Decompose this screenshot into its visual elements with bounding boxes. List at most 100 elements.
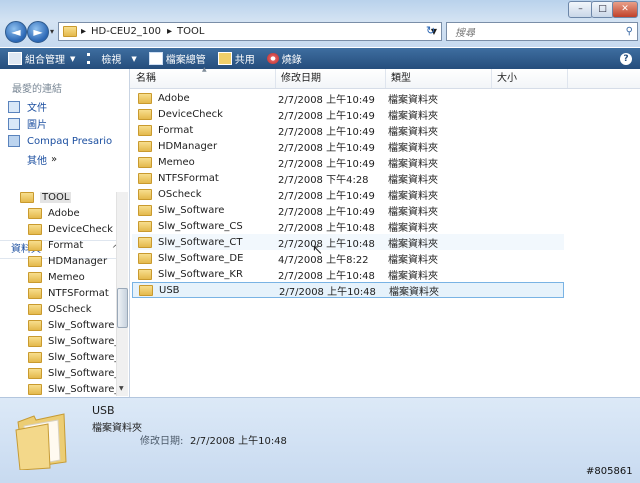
file-name: DeviceCheck	[158, 108, 223, 120]
file-row[interactable]: Format 2/7/2008 上午10:49 檔案資料夾	[132, 122, 564, 138]
tree-item[interactable]: Memeo	[0, 269, 116, 285]
share-icon	[217, 52, 232, 65]
organize-button[interactable]: 組合管理 ▼	[4, 48, 79, 69]
tree-item[interactable]: NTFSFormat	[0, 285, 116, 301]
organize-label: 組合管理	[25, 55, 65, 66]
column-size[interactable]: 大小	[491, 69, 568, 88]
views-button[interactable]: 檢視 ▼	[83, 48, 140, 69]
watermark: #805861	[586, 466, 633, 477]
tree-item[interactable]: OScheck	[0, 301, 116, 317]
breadcrumb-hd-ceu2[interactable]: HD-CEU2_100	[91, 26, 161, 37]
address-bar[interactable]: ▸ HD-CEU2_100 ▸ TOOL ▼	[58, 22, 442, 41]
folder-icon	[138, 108, 152, 120]
file-date: 2/7/2008 上午10:48	[278, 222, 375, 234]
folder-icon	[138, 92, 152, 104]
search-input[interactable]: 搜尋 ⚲	[446, 22, 638, 41]
tree-item[interactable]: DeviceCheck	[0, 221, 116, 237]
help-icon[interactable]: ?	[620, 52, 632, 65]
folder-icon	[28, 367, 42, 379]
file-row[interactable]: Slw_Software_KR 2/7/2008 上午10:48 檔案資料夾	[132, 266, 564, 282]
file-date: 2/7/2008 下午4:28	[278, 174, 369, 186]
tree-item-label: Memeo	[48, 271, 85, 283]
file-date: 2/7/2008 上午10:48	[278, 270, 375, 282]
file-row[interactable]: Slw_Software_CS 2/7/2008 上午10:48 檔案資料夾	[132, 218, 564, 234]
tree-item-label: HDManager	[48, 255, 108, 267]
folder-icon	[28, 351, 42, 363]
share-button[interactable]: 共用	[214, 48, 259, 69]
sort-ascending-icon: ▲	[202, 66, 207, 73]
folder-icon	[28, 255, 42, 267]
double-chevron-icon: »	[51, 154, 58, 165]
maximize-button[interactable]: □	[591, 1, 614, 18]
folder-icon	[28, 287, 42, 299]
file-name: NTFSFormat	[158, 172, 219, 184]
close-button[interactable]: ✕	[612, 1, 638, 18]
file-row[interactable]: Adobe 2/7/2008 上午10:49 檔案資料夾	[132, 90, 564, 106]
file-name: Adobe	[158, 92, 190, 104]
folder-icon	[63, 26, 77, 37]
file-date: 2/7/2008 上午10:49	[278, 94, 375, 106]
file-row[interactable]: Memeo 2/7/2008 上午10:49 檔案資料夾	[132, 154, 564, 170]
favorite-documents[interactable]: 文件	[8, 99, 47, 114]
tree-item[interactable]: Slw_Software_D	[0, 365, 127, 381]
scroll-down-icon[interactable]: ▼	[119, 385, 124, 392]
folder-icon	[28, 271, 42, 283]
tree-item[interactable]: Slw_Software_C	[0, 333, 126, 349]
file-name: HDManager	[158, 140, 218, 152]
file-row[interactable]: Slw_Software_CT 2/7/2008 上午10:48 檔案資料夾	[132, 234, 564, 250]
command-toolbar: 組合管理 ▼ 檢視 ▼ 檔案總管 共用 燒錄 ?	[0, 48, 640, 69]
minimize-button[interactable]: –	[568, 1, 593, 18]
favorite-compaq[interactable]: Compaq Presario	[8, 135, 112, 147]
tree-item[interactable]: Slw_Software_C	[0, 349, 126, 365]
favorites-more[interactable]: 其他 »	[27, 152, 57, 167]
search-placeholder: 搜尋	[455, 28, 475, 39]
tree-item[interactable]: HDManager	[0, 253, 116, 269]
column-date[interactable]: 修改日期	[275, 69, 386, 88]
file-row[interactable]: HDManager 2/7/2008 上午10:49 檔案資料夾	[132, 138, 564, 154]
chevron-down-icon: ▼	[131, 54, 137, 63]
tree-item[interactable]: Slw_Software	[0, 317, 116, 333]
folder-open-icon	[20, 191, 34, 203]
breadcrumb-tool[interactable]: TOOL	[177, 26, 204, 37]
file-date: 2/7/2008 上午10:48	[279, 286, 376, 298]
back-button[interactable]: ◄	[5, 21, 27, 43]
file-row[interactable]: OScheck 2/7/2008 上午10:49 檔案資料夾	[132, 186, 564, 202]
column-type[interactable]: 類型	[385, 69, 492, 88]
file-row[interactable]: USB 2/7/2008 上午10:48 檔案資料夾	[132, 282, 564, 298]
mouse-cursor-icon: ↖	[312, 243, 323, 258]
file-row[interactable]: Slw_Software 2/7/2008 上午10:49 檔案資料夾	[132, 202, 564, 218]
file-row[interactable]: Slw_Software_DE 4/7/2008 上午8:22 檔案資料夾	[132, 250, 564, 266]
share-label: 共用	[234, 55, 255, 66]
file-name: Slw_Software_DE	[158, 252, 244, 264]
file-type: 檔案資料夾	[388, 190, 438, 202]
file-row[interactable]: DeviceCheck 2/7/2008 上午10:49 檔案資料夾	[132, 106, 564, 122]
file-type: 檔案資料夾	[388, 222, 438, 234]
explore-button[interactable]: 檔案總管	[145, 48, 210, 69]
folder-icon	[28, 335, 42, 347]
recent-pages-icon[interactable]: ▾	[50, 27, 54, 36]
folder-icon	[138, 156, 152, 168]
favorite-pictures[interactable]: 圖片	[8, 116, 47, 131]
favorite-label: 圖片	[27, 120, 47, 131]
folder-icon	[138, 220, 152, 232]
tree-item[interactable]: Slw_Software_K	[0, 381, 126, 397]
tree-item-root[interactable]: TOOL	[0, 189, 116, 205]
scrollbar-thumb[interactable]	[117, 288, 128, 328]
burn-button[interactable]: 燒錄	[263, 48, 306, 69]
column-headers: 名稱 ▲ 修改日期 類型 大小	[130, 66, 640, 89]
file-type: 檔案資料夾	[388, 158, 438, 170]
search-icon[interactable]: ⚲	[626, 26, 633, 37]
tree-item[interactable]: Adobe	[0, 205, 116, 221]
explorer-icon	[148, 52, 163, 65]
tree-item-label: Slw_Software_K	[48, 383, 126, 395]
favorites-heading: 最愛的連結	[12, 84, 62, 95]
folder-icon	[28, 319, 42, 331]
tree-item[interactable]: Format	[0, 237, 116, 253]
large-folder-icon	[15, 413, 67, 470]
tree-item-label: Slw_Software_C	[48, 351, 127, 363]
file-name: Memeo	[158, 156, 195, 168]
folder-icon	[138, 140, 152, 152]
refresh-icon[interactable]: ↻	[426, 24, 435, 37]
file-row[interactable]: NTFSFormat 2/7/2008 下午4:28 檔案資料夾	[132, 170, 564, 186]
forward-button[interactable]: ►	[27, 21, 49, 43]
